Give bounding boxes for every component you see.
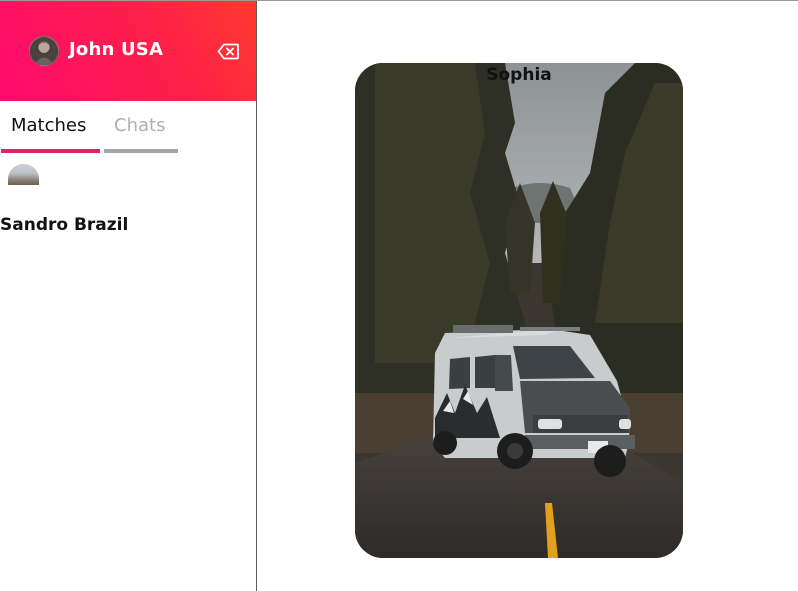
match-avatar[interactable] — [8, 164, 39, 185]
tab-matches[interactable]: Matches — [11, 115, 86, 136]
tab-chats[interactable]: Chats — [114, 115, 165, 136]
user-name: John USA — [69, 39, 164, 60]
user-avatar[interactable] — [29, 36, 59, 66]
profile-name: Sophia — [486, 65, 552, 85]
app-window: John USA Matches Chats Sandro Brazil Sop… — [0, 0, 798, 591]
match-name[interactable]: Sandro Brazil — [0, 215, 128, 235]
tab-matches-underline — [1, 149, 100, 153]
profile-photo — [355, 63, 683, 558]
tab-bar: Matches Chats — [0, 101, 256, 155]
user-avatar-image — [30, 37, 58, 65]
backspace-icon[interactable] — [217, 43, 239, 60]
tab-chats-underline — [104, 149, 178, 153]
profile-card[interactable]: Sophia — [355, 63, 683, 558]
sidebar: John USA Matches Chats Sandro Brazil — [0, 1, 257, 591]
sidebar-header: John USA — [0, 1, 256, 101]
